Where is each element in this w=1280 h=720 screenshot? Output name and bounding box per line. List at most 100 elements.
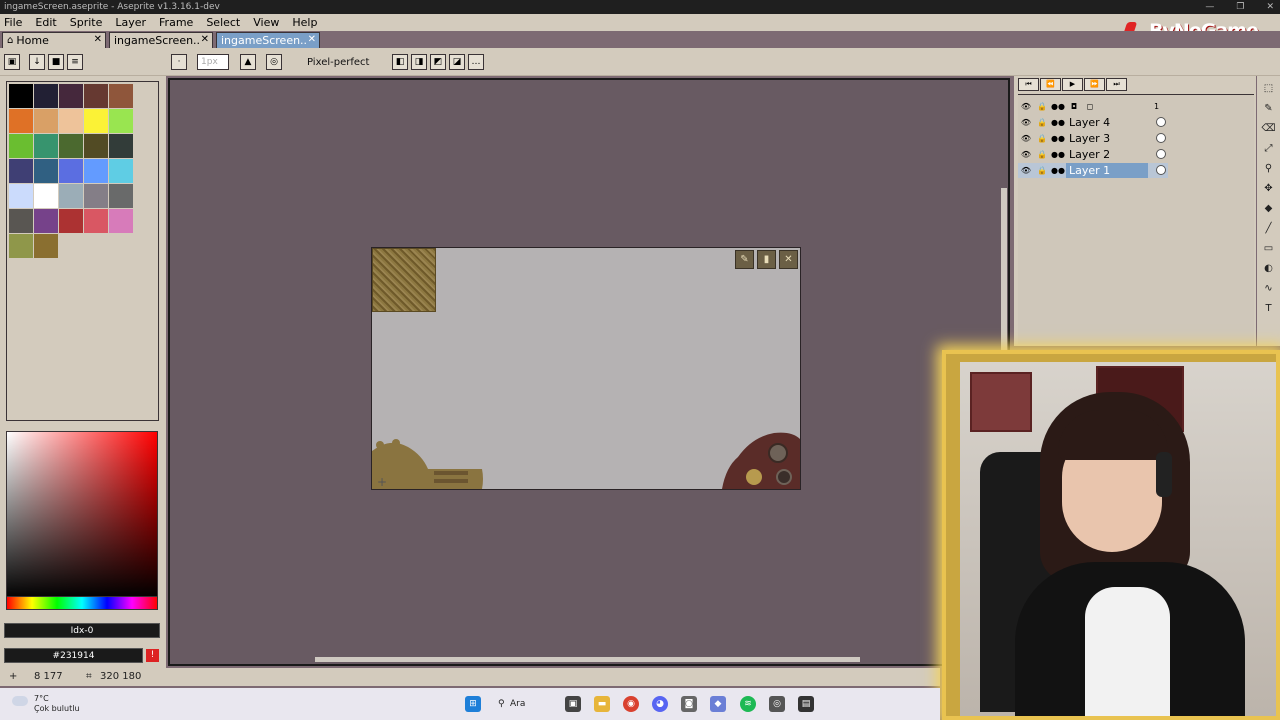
warning-icon[interactable]: ! bbox=[146, 649, 159, 662]
palette-swatch[interactable] bbox=[59, 159, 83, 183]
eyedropper-tool-icon[interactable]: ⤢ bbox=[1260, 140, 1277, 157]
palette-swatch[interactable] bbox=[9, 184, 33, 208]
aseprite-icon[interactable]: ▤ bbox=[798, 696, 814, 712]
tab-home[interactable]: ⌂ Home ✕ bbox=[2, 32, 106, 48]
palette-swatch[interactable] bbox=[59, 134, 83, 158]
palette-swatch[interactable] bbox=[9, 134, 33, 158]
chrome-icon[interactable]: ◉ bbox=[623, 696, 639, 712]
lock-icon[interactable]: 🔒 bbox=[1034, 102, 1050, 111]
tab-document[interactable]: ingameScreen.. ✕ bbox=[109, 32, 213, 48]
palette-swatch[interactable] bbox=[109, 159, 133, 183]
taskbar-search[interactable]: ⚲ Ara bbox=[498, 694, 550, 714]
pixel-perfect-toggle[interactable]: Pixel-perfect bbox=[307, 57, 369, 68]
menu-view[interactable]: View bbox=[253, 16, 279, 29]
palette-swatch[interactable] bbox=[84, 84, 108, 108]
frame-number[interactable]: 1 bbox=[1154, 102, 1159, 111]
pressure-icon[interactable]: ◎ bbox=[266, 54, 282, 70]
palette-swatch[interactable] bbox=[59, 109, 83, 133]
horizontal-scrollbar[interactable] bbox=[315, 657, 860, 662]
symmetry-icon[interactable]: ◧ bbox=[392, 54, 408, 70]
app-icon[interactable]: ◆ bbox=[710, 696, 726, 712]
layer-row[interactable]: 👁 🔒 ●● Layer 3 bbox=[1018, 131, 1168, 146]
layer-name[interactable]: Layer 1 bbox=[1066, 163, 1148, 178]
cel-icon[interactable] bbox=[1156, 133, 1166, 143]
symmetry-reset-icon[interactable]: ◪ bbox=[449, 54, 465, 70]
color-index-field[interactable]: Idx-0 bbox=[4, 623, 160, 638]
palette-swatch[interactable] bbox=[34, 184, 58, 208]
more-icon[interactable]: … bbox=[468, 54, 484, 70]
menu-frame[interactable]: Frame bbox=[159, 16, 193, 29]
marquee-tool-icon[interactable]: ⬚ bbox=[1260, 80, 1277, 97]
palette-swatch[interactable] bbox=[109, 184, 133, 208]
palette-swatch[interactable] bbox=[34, 159, 58, 183]
layer-row[interactable]: 👁 🔒 ●● Layer 4 bbox=[1018, 115, 1168, 130]
close-icon[interactable]: ✕ bbox=[94, 34, 102, 45]
sprite-canvas[interactable]: ✎ ▮ ✕ + bbox=[371, 247, 801, 490]
text-tool-icon[interactable]: T bbox=[1260, 300, 1277, 317]
menu-edit[interactable]: Edit bbox=[35, 16, 56, 29]
lock-icon[interactable]: 🔒 bbox=[1034, 166, 1050, 175]
close-icon[interactable]: ✕ bbox=[308, 34, 316, 45]
eye-icon[interactable]: 👁 bbox=[1018, 134, 1034, 143]
palette-swatch[interactable] bbox=[84, 109, 108, 133]
palette-swatch[interactable] bbox=[34, 109, 58, 133]
continuous-icon[interactable]: ●● bbox=[1050, 150, 1066, 159]
discord-icon[interactable]: ◕ bbox=[652, 696, 668, 712]
sprite-editor[interactable]: ✎ ▮ ✕ + bbox=[168, 78, 1010, 688]
palette-swatch[interactable] bbox=[109, 134, 133, 158]
symmetry-h-icon[interactable]: ◨ bbox=[411, 54, 427, 70]
color-hex-field[interactable]: #231914 bbox=[4, 648, 143, 663]
minimize-button[interactable]: — bbox=[1205, 0, 1214, 14]
palette-swatch[interactable] bbox=[109, 109, 133, 133]
layer-row[interactable]: 👁 🔒 ●● Layer 2 bbox=[1018, 147, 1168, 162]
save-icon[interactable]: ■ bbox=[48, 54, 64, 70]
hue-slider[interactable] bbox=[6, 596, 158, 610]
eye-icon[interactable]: 👁 bbox=[1018, 118, 1034, 127]
start-icon[interactable]: ⊞ bbox=[465, 696, 481, 712]
palette-swatch[interactable] bbox=[9, 159, 33, 183]
palette-swatch[interactable] bbox=[34, 134, 58, 158]
menu-icon[interactable]: ≡ bbox=[67, 54, 83, 70]
close-button[interactable]: ✕ bbox=[1266, 0, 1274, 14]
eye-icon[interactable]: 👁 bbox=[1018, 102, 1034, 111]
play-button[interactable]: ▶ bbox=[1062, 78, 1083, 91]
palette-swatch[interactable] bbox=[84, 134, 108, 158]
layer-name[interactable]: Layer 3 bbox=[1066, 131, 1148, 146]
move-tool-icon[interactable]: ✥ bbox=[1260, 180, 1277, 197]
maximize-button[interactable]: ❐ bbox=[1236, 0, 1244, 14]
pencil-tool-icon[interactable]: ✎ bbox=[1260, 100, 1277, 117]
lock-icon[interactable]: 🔒 bbox=[1034, 118, 1050, 127]
palette-swatch[interactable] bbox=[84, 184, 108, 208]
menu-layer[interactable]: Layer bbox=[115, 16, 146, 29]
palette-swatch[interactable] bbox=[9, 109, 33, 133]
palette-swatch[interactable] bbox=[34, 84, 58, 108]
layer-name[interactable]: Layer 4 bbox=[1066, 115, 1148, 130]
tab-document-active[interactable]: ingameScreen.. ✕ bbox=[216, 32, 320, 48]
palette-swatch[interactable] bbox=[109, 84, 133, 108]
color-spectrum-field[interactable] bbox=[6, 431, 158, 599]
ink-icon[interactable]: ▲ bbox=[240, 54, 256, 70]
group-icon[interactable]: ◘ bbox=[1066, 102, 1082, 111]
weather-widget[interactable]: 7°C Çok bulutlu bbox=[34, 694, 80, 714]
fill-tool-icon[interactable]: ◆ bbox=[1260, 200, 1277, 217]
close-icon[interactable]: ✕ bbox=[201, 34, 209, 45]
continuous-icon[interactable]: ●● bbox=[1050, 134, 1066, 143]
continuous-icon[interactable]: ●● bbox=[1050, 166, 1066, 175]
cel-icon[interactable] bbox=[1156, 149, 1166, 159]
eye-icon[interactable]: 👁 bbox=[1018, 166, 1034, 175]
next-frame-button[interactable]: ⏩ bbox=[1084, 78, 1105, 91]
brush-size-field[interactable]: 1px bbox=[197, 54, 229, 70]
palette-swatch[interactable] bbox=[84, 209, 108, 233]
palette-swatch[interactable] bbox=[34, 234, 58, 258]
line-tool-icon[interactable]: ╱ bbox=[1260, 220, 1277, 237]
lock-icon[interactable]: 🔒 bbox=[1034, 134, 1050, 143]
layer-row-selected[interactable]: 👁 🔒 ●● Layer 1 bbox=[1018, 163, 1168, 178]
lock-icon[interactable]: 🔒 bbox=[1034, 150, 1050, 159]
menu-help[interactable]: Help bbox=[292, 16, 317, 29]
menu-file[interactable]: File bbox=[4, 16, 22, 29]
frame-icon[interactable]: ◻ bbox=[1082, 102, 1098, 111]
menu-sprite[interactable]: Sprite bbox=[70, 16, 103, 29]
layer-name[interactable]: Layer 2 bbox=[1066, 147, 1148, 162]
palette-swatch[interactable] bbox=[9, 234, 33, 258]
palette-swatch[interactable] bbox=[59, 209, 83, 233]
